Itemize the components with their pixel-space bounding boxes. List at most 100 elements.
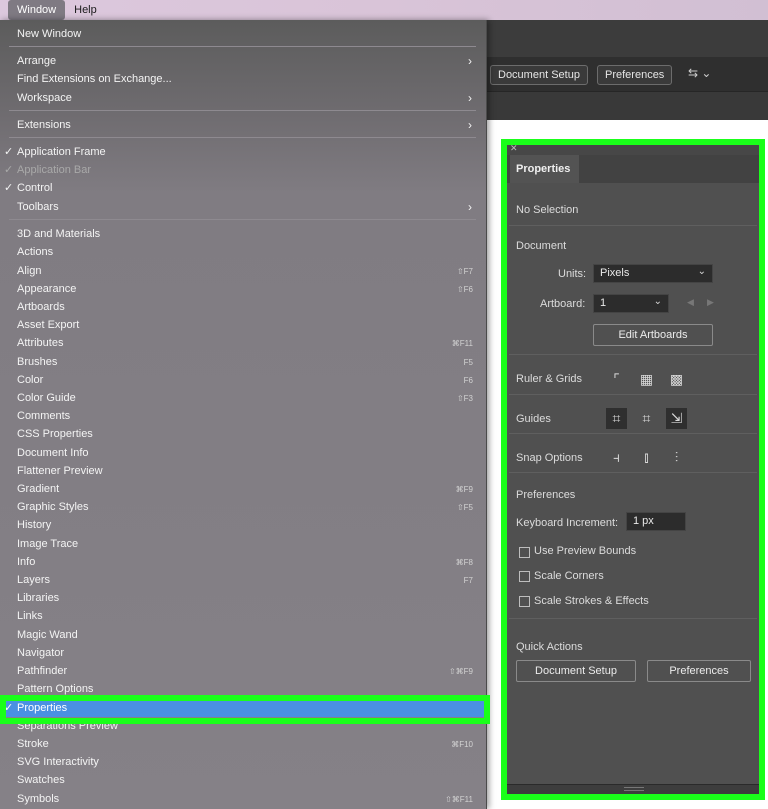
panel-tab-bar: Properties bbox=[507, 155, 759, 183]
menu-item[interactable]: ✓ Control bbox=[0, 179, 487, 197]
menu-item[interactable]: Swatches bbox=[0, 771, 487, 789]
snap-to-point-icon[interactable]: ⫞ bbox=[606, 447, 627, 468]
checkmark-icon: ✓ bbox=[4, 146, 14, 158]
menu-item[interactable]: Attributes ⌘F11 bbox=[0, 334, 487, 352]
scale-corners-label: Scale Corners bbox=[534, 570, 604, 582]
menu-item[interactable]: Magic Wand bbox=[0, 626, 487, 644]
units-label: Units: bbox=[558, 268, 587, 280]
chevron-down-icon: ⌄ bbox=[653, 296, 662, 307]
menu-separator bbox=[9, 110, 476, 111]
artboard-label: Artboard: bbox=[540, 298, 586, 310]
next-artboard-icon[interactable]: ▶ bbox=[707, 297, 714, 308]
annotation-highlight-box bbox=[0, 695, 490, 724]
menu-item[interactable]: Image Trace bbox=[0, 535, 487, 553]
menu-item[interactable]: Links bbox=[0, 607, 487, 625]
properties-panel: ✕ Properties No Selection Document Units… bbox=[501, 139, 765, 800]
resize-grip-icon[interactable] bbox=[624, 787, 644, 791]
chevron-down-icon: ⌄ bbox=[697, 266, 706, 277]
menu-separator bbox=[9, 137, 476, 138]
ruler-grids-label: Ruler & Grids bbox=[516, 373, 583, 385]
keyboard-increment-value: 1 px bbox=[633, 515, 654, 527]
scale-strokes-label: Scale Strokes & Effects bbox=[534, 595, 649, 607]
menu-item[interactable]: Actions bbox=[0, 243, 487, 261]
panel-header: ✕ bbox=[507, 143, 759, 155]
menu-item[interactable]: Asset Export bbox=[0, 316, 487, 334]
snap-to-glyph-icon[interactable]: ⫶ bbox=[666, 447, 687, 468]
menu-item[interactable]: Navigator bbox=[0, 644, 487, 662]
grid-icon[interactable]: ▦ bbox=[636, 369, 657, 390]
quick-document-setup-button[interactable]: Document Setup bbox=[516, 660, 636, 682]
use-preview-bounds-checkbox[interactable] bbox=[519, 547, 530, 558]
tab-properties[interactable]: Properties bbox=[510, 155, 579, 183]
menu-item[interactable]: SVG Interactivity bbox=[0, 753, 487, 771]
divider bbox=[509, 354, 757, 355]
menu-item[interactable]: Gradient ⌘F9 bbox=[0, 480, 487, 498]
snap-to-pixel-icon[interactable]: ⫾ bbox=[636, 447, 657, 468]
menu-item[interactable]: Layers F7 bbox=[0, 571, 487, 589]
transparency-grid-icon[interactable]: ▩ bbox=[666, 369, 687, 390]
menu-item[interactable]: New Window bbox=[0, 25, 487, 43]
quick-preferences-button[interactable]: Preferences bbox=[647, 660, 751, 682]
units-select[interactable]: Pixels ⌄ bbox=[593, 264, 713, 283]
menu-item[interactable]: Symbols ⇧⌘F11 bbox=[0, 790, 487, 808]
checkmark-icon: ✓ bbox=[4, 182, 14, 194]
scale-strokes-checkbox[interactable] bbox=[519, 596, 530, 607]
chevron-right-icon: › bbox=[468, 91, 472, 105]
arrange-documents-icon[interactable]: ⇆ ⌄ bbox=[688, 66, 711, 80]
lock-guides-icon[interactable]: ⌗ bbox=[636, 408, 657, 429]
menu-item[interactable]: Info ⌘F8 bbox=[0, 553, 487, 571]
menu-item: ✓ Application Bar bbox=[0, 161, 487, 179]
divider bbox=[509, 472, 757, 473]
smart-guides-icon[interactable]: ⇲ bbox=[666, 408, 687, 429]
menu-item[interactable]: Flattener Preview bbox=[0, 462, 487, 480]
menu-item[interactable]: Workspace › bbox=[0, 89, 487, 107]
menu-item[interactable]: ✓ Application Frame bbox=[0, 143, 487, 161]
menu-item[interactable]: Appearance ⇧F6 bbox=[0, 280, 487, 298]
snap-options-label: Snap Options bbox=[516, 452, 583, 464]
divider bbox=[509, 433, 757, 434]
chevron-right-icon: › bbox=[468, 200, 472, 214]
menu-item[interactable]: Color Guide ⇧F3 bbox=[0, 389, 487, 407]
previous-artboard-icon[interactable]: ◀ bbox=[687, 297, 694, 308]
divider bbox=[509, 225, 757, 226]
menu-item[interactable]: Extensions › bbox=[0, 116, 487, 134]
menu-item[interactable]: Align ⇧F7 bbox=[0, 262, 487, 280]
ruler-icon[interactable]: ⌜ bbox=[606, 369, 627, 390]
menu-item[interactable]: History bbox=[0, 516, 487, 534]
menu-item[interactable]: Find Extensions on Exchange... bbox=[0, 70, 487, 88]
menu-item[interactable]: Toolbars › bbox=[0, 198, 487, 216]
menu-item[interactable]: CSS Properties bbox=[0, 425, 487, 443]
menu-item[interactable]: Graphic Styles ⇧F5 bbox=[0, 498, 487, 516]
menubar-window[interactable]: Window bbox=[8, 0, 66, 20]
document-tab-strip bbox=[486, 92, 768, 120]
menu-separator bbox=[9, 219, 476, 220]
panel-footer bbox=[507, 784, 759, 794]
menu-item[interactable]: Arrange › bbox=[0, 52, 487, 70]
menu-item[interactable]: Libraries bbox=[0, 589, 487, 607]
scale-corners-checkbox[interactable] bbox=[519, 571, 530, 582]
use-preview-bounds-label: Use Preview Bounds bbox=[534, 545, 637, 557]
menu-item[interactable]: 3D and Materials bbox=[0, 225, 487, 243]
edit-artboards-button[interactable]: Edit Artboards bbox=[593, 324, 713, 346]
window-menu: New Window Arrange › Find Extensions on E… bbox=[0, 20, 487, 809]
keyboard-increment-label: Keyboard Increment: bbox=[516, 517, 619, 529]
menu-separator bbox=[9, 46, 476, 47]
keyboard-increment-input[interactable]: 1 px bbox=[626, 512, 686, 531]
menubar-help[interactable]: Help bbox=[65, 0, 106, 20]
menu-item[interactable]: Color F6 bbox=[0, 371, 487, 389]
divider bbox=[509, 618, 757, 619]
mac-menu-bar: Window Help bbox=[0, 0, 768, 20]
artboard-select[interactable]: 1 ⌄ bbox=[593, 294, 669, 313]
menu-item[interactable]: Stroke ⌘F10 bbox=[0, 735, 487, 753]
menu-item[interactable]: Pathfinder ⇧⌘F9 bbox=[0, 662, 487, 680]
menu-item[interactable]: Document Info bbox=[0, 444, 487, 462]
no-selection-label: No Selection bbox=[516, 204, 579, 216]
close-icon[interactable]: ✕ bbox=[510, 143, 518, 154]
menu-item[interactable]: Comments bbox=[0, 407, 487, 425]
control-preferences-button[interactable]: Preferences bbox=[597, 65, 673, 85]
guides-icon[interactable]: ⌗ bbox=[606, 408, 627, 429]
menu-item[interactable]: Artboards bbox=[0, 298, 487, 316]
menu-item[interactable]: Brushes F5 bbox=[0, 353, 487, 371]
units-value: Pixels bbox=[600, 267, 630, 279]
control-document-setup-button[interactable]: Document Setup bbox=[490, 65, 588, 85]
